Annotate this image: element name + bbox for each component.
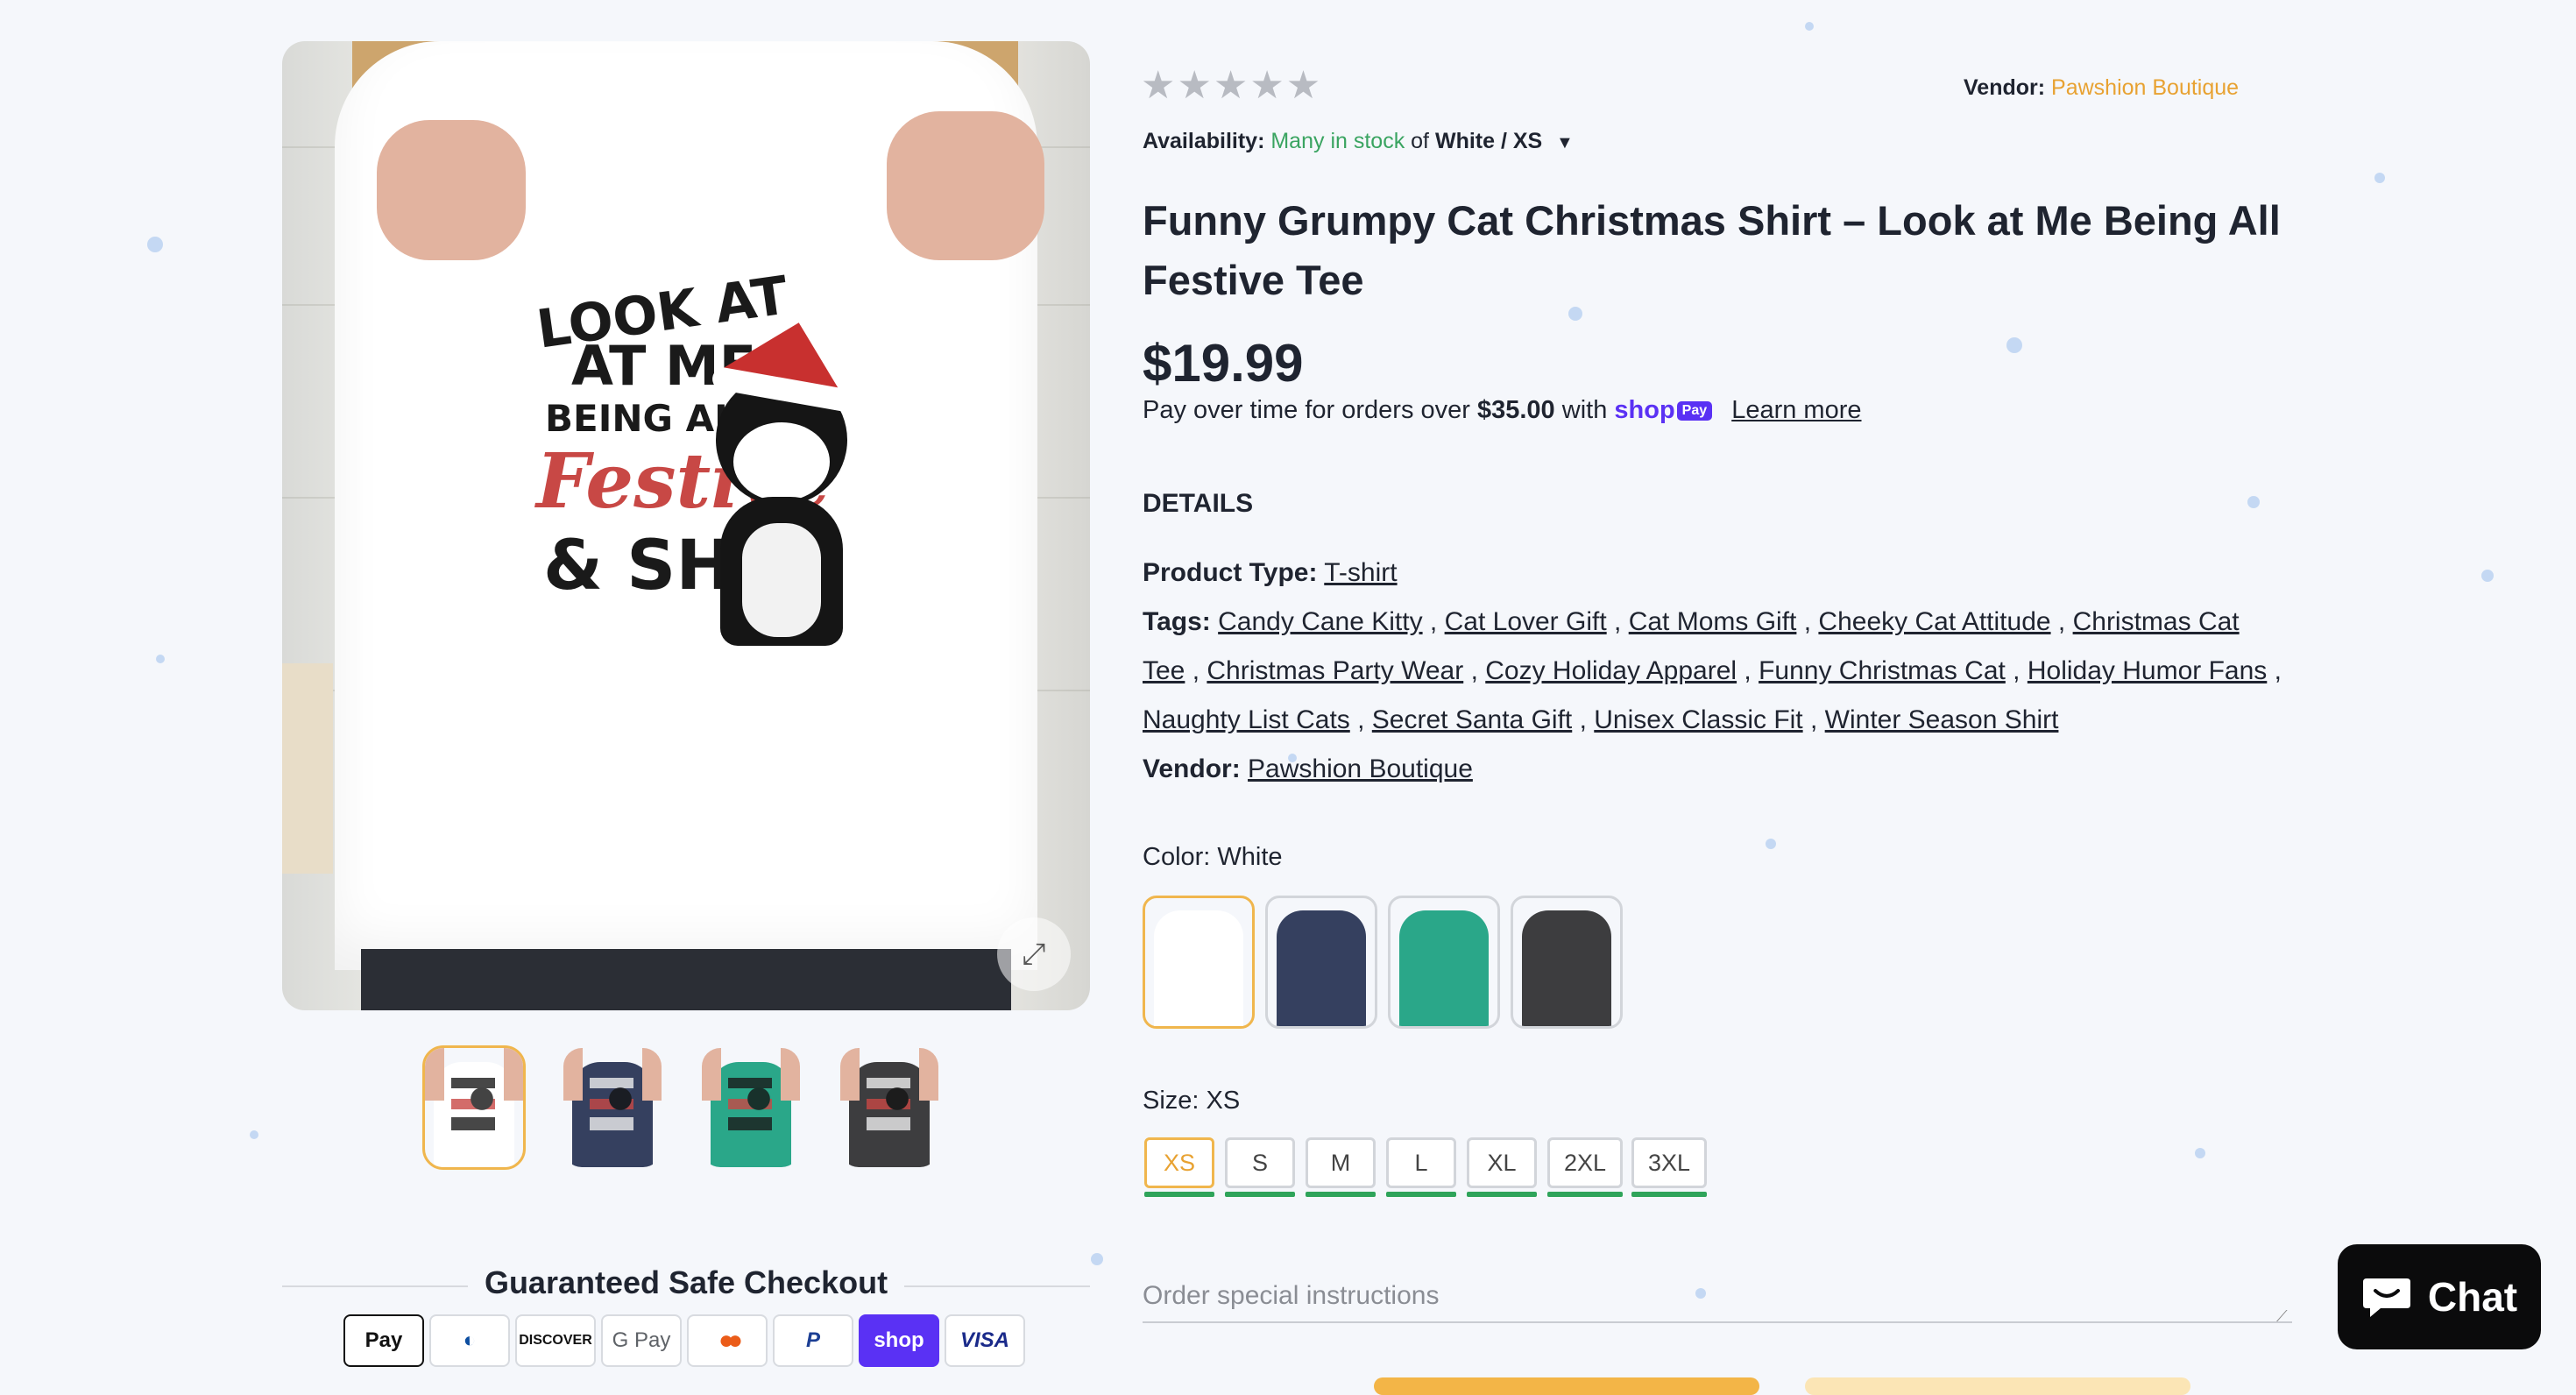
- rating-stars[interactable]: ★★★★★: [1141, 63, 1322, 108]
- add-to-cart-button[interactable]: [1374, 1377, 1759, 1395]
- snowflake: [250, 1130, 258, 1139]
- color-swatch-charcoal[interactable]: [1511, 896, 1623, 1029]
- tag-link[interactable]: Winter Season Shirt: [1825, 705, 2059, 734]
- size-option-xs[interactable]: XS: [1144, 1137, 1214, 1188]
- chat-button[interactable]: Chat: [2338, 1244, 2541, 1349]
- product-type-label: Product Type:: [1143, 558, 1318, 587]
- thumbnail-charcoal[interactable]: [838, 1045, 941, 1170]
- tag-link[interactable]: Candy Cane Kitty: [1218, 607, 1422, 636]
- google-pay-icon: G Pay: [601, 1314, 682, 1367]
- tag-link[interactable]: Unisex Classic Fit: [1594, 705, 1802, 734]
- tag-link[interactable]: Funny Christmas Cat: [1759, 656, 2006, 685]
- color-swatch-white[interactable]: [1143, 896, 1255, 1029]
- thumbnail-white[interactable]: [422, 1045, 526, 1170]
- tags-row: Tags: Candy Cane Kitty , Cat Lover Gift …: [1143, 607, 2282, 734]
- tag-link[interactable]: Cheeky Cat Attitude: [1818, 607, 2050, 636]
- caret-down-icon[interactable]: ▼: [1556, 133, 1574, 153]
- product-type-row: Product Type: T-shirt: [1143, 549, 2282, 598]
- tag-link[interactable]: Christmas Party Wear: [1207, 656, 1463, 685]
- availability-bar: [1144, 1192, 1214, 1197]
- availability-bar: [1631, 1192, 1707, 1197]
- snowflake: [2195, 1148, 2205, 1158]
- product-type-link[interactable]: T-shirt: [1324, 558, 1397, 587]
- product-details: Product Type: T-shirt Tags: Candy Cane K…: [1143, 549, 2282, 794]
- tags-label: Tags:: [1143, 607, 1211, 636]
- installments-text: Pay over time for orders over: [1143, 396, 1470, 424]
- installments-banner: Pay over time for orders over $35.00 wit…: [1143, 396, 1862, 425]
- availability-of: of: [1411, 129, 1430, 153]
- color-label: Color: White: [1143, 843, 1283, 871]
- pants: [361, 949, 1011, 1010]
- discover-icon: DISCOVER: [515, 1314, 596, 1367]
- expand-image-button[interactable]: ⤢: [997, 917, 1071, 991]
- snowflake: [156, 655, 165, 663]
- candle-prop: [282, 663, 333, 874]
- product-price: $19.99: [1143, 334, 1304, 393]
- size-option-l[interactable]: L: [1386, 1137, 1456, 1188]
- size-label: Size: XS: [1143, 1087, 1241, 1115]
- availability-bar: [1225, 1192, 1295, 1197]
- vendor-detail-label: Vendor:: [1143, 754, 1241, 783]
- thumbnail-strip: [422, 1045, 948, 1170]
- size-option-xl[interactable]: XL: [1467, 1137, 1537, 1188]
- color-swatch-teal[interactable]: [1388, 896, 1500, 1029]
- mastercard-icon: ●●: [687, 1314, 768, 1367]
- shop-pay-logo: shop Pay: [1614, 396, 1713, 424]
- chat-label: Chat: [2427, 1274, 2518, 1320]
- snowflake: [1766, 839, 1776, 849]
- availability-bar: [1547, 1192, 1623, 1197]
- vendor-row: Vendor: Pawshion Boutique: [1143, 745, 2282, 794]
- size-option-s[interactable]: S: [1225, 1137, 1295, 1188]
- vendor-detail-link[interactable]: Pawshion Boutique: [1248, 754, 1473, 783]
- tag-link[interactable]: Cat Lover Gift: [1445, 607, 1607, 636]
- tag-link[interactable]: Cat Moms Gift: [1629, 607, 1797, 636]
- safe-checkout-title: Guaranteed Safe Checkout: [484, 1264, 888, 1300]
- special-instructions-input[interactable]: [1143, 1271, 2292, 1323]
- tag-link[interactable]: Cozy Holiday Apparel: [1485, 656, 1737, 685]
- snowflake: [147, 237, 163, 252]
- snowflake: [1091, 1253, 1103, 1265]
- resize-handle-icon[interactable]: ⟋: [2276, 1307, 2288, 1326]
- installments-amount: $35.00: [1476, 396, 1555, 424]
- expand-icon: ⤢: [1022, 937, 1046, 971]
- availability-variant[interactable]: White / XS: [1435, 129, 1542, 153]
- size-option-2xl[interactable]: 2XL: [1547, 1137, 1623, 1188]
- snowflake: [2374, 173, 2385, 183]
- chat-bubble-icon: [2362, 1278, 2410, 1317]
- availability-label: Availability:: [1143, 129, 1265, 153]
- snowflake: [1805, 22, 1814, 31]
- buy-now-button[interactable]: [1805, 1377, 2190, 1395]
- installments-with: with: [1561, 396, 1608, 424]
- snowflake: [2247, 496, 2260, 508]
- learn-more-link[interactable]: Learn more: [1731, 396, 1861, 424]
- vendor-link[interactable]: Pawshion Boutique: [2051, 75, 2239, 100]
- availability-bar: [1467, 1192, 1537, 1197]
- vendor-info: Vendor: Pawshion Boutique: [1964, 75, 2239, 101]
- availability-bar: [1306, 1192, 1376, 1197]
- snowflake: [2481, 570, 2494, 582]
- visa-icon: VISA: [945, 1314, 1025, 1367]
- paypal-icon: P: [773, 1314, 853, 1367]
- main-product-image[interactable]: LOOK AT AT ME BEING ALL Festive & SHIT ⤢: [282, 41, 1090, 1010]
- availability: Availability: Many in stock of White / X…: [1143, 129, 1542, 154]
- tag-link[interactable]: Naughty List Cats: [1143, 705, 1350, 734]
- apple-pay-icon: Pay: [343, 1314, 424, 1367]
- vendor-label: Vendor:: [1964, 75, 2046, 100]
- availability-bar: [1386, 1192, 1456, 1197]
- stock-status: Many in stock: [1270, 129, 1405, 153]
- thumbnail-teal[interactable]: [699, 1045, 803, 1170]
- tag-link[interactable]: Holiday Humor Fans: [2028, 656, 2267, 685]
- snowflake: [2006, 337, 2022, 353]
- tag-link[interactable]: Secret Santa Gift: [1372, 705, 1572, 734]
- size-option-m[interactable]: M: [1306, 1137, 1376, 1188]
- shirt-print: LOOK AT AT ME BEING ALL Festive & SHIT: [534, 265, 869, 681]
- thumbnail-navy[interactable]: [561, 1045, 664, 1170]
- color-swatch-navy[interactable]: [1265, 896, 1377, 1029]
- product-title: Funny Grumpy Cat Christmas Shirt – Look …: [1143, 197, 2281, 303]
- size-option-3xl[interactable]: 3XL: [1631, 1137, 1707, 1188]
- details-heading: DETAILS: [1143, 489, 1254, 518]
- diners-club-icon: ◐: [429, 1314, 510, 1367]
- shop-pay-icon: shop: [859, 1314, 939, 1367]
